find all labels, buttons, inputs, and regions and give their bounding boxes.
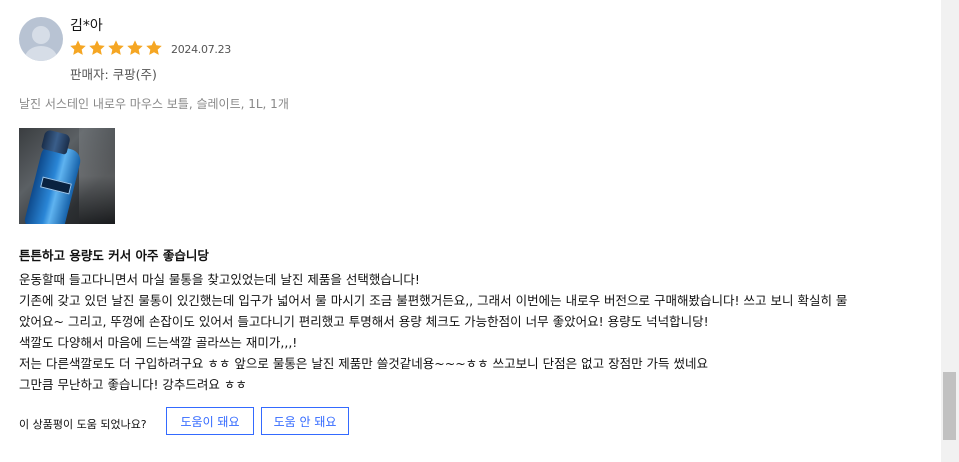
helpful-yes-button[interactable]: 도움이 돼요: [166, 407, 254, 435]
photo-background: [79, 128, 115, 224]
review-body-line: 기존에 갖고 있던 날진 물통이 있긴했는데 입구가 넓어서 물 마시기 조금 …: [19, 293, 848, 308]
seller-label: 판매자: 쿠팡(주): [70, 67, 157, 82]
helpful-question: 이 상품평이 도움 되었나요?: [19, 418, 147, 431]
star-icon: [145, 39, 163, 57]
avatar: [19, 17, 63, 61]
scrollbar-thumb[interactable]: [943, 372, 956, 440]
star-icon: [88, 39, 106, 57]
star-icon: [69, 39, 87, 57]
star-rating: [69, 39, 163, 57]
review-body-line: 그만큼 무난하고 좋습니다! 강추드려요 ㅎㅎ: [19, 377, 247, 392]
product-option: 날진 서스테인 내로우 마우스 보틀, 슬레이트, 1L, 1개: [19, 97, 289, 111]
reviewer-name: 김*아: [70, 18, 103, 34]
review-date: 2024.07.23: [171, 43, 231, 56]
star-icon: [107, 39, 125, 57]
review-body-line: 저는 다른색깔로도 더 구입하려구요 ㅎㅎ 앞으로 물통은 날진 제품만 쓸것같…: [19, 356, 709, 371]
review-body-line: 색깔도 다양해서 마음에 드는색깔 골라쓰는 재미가,,,!: [19, 335, 298, 350]
review-body-line: 았어요~ 그리고, 뚜껑에 손잡이도 있어서 들고다니기 편리했고 투명해서 용…: [19, 314, 709, 329]
helpful-no-button[interactable]: 도움 안 돼요: [261, 407, 349, 435]
review-headline: 튼튼하고 용량도 커서 아주 좋습니당: [19, 248, 209, 263]
review-body-line: 운동할때 들고다니면서 마실 물통을 찾고있었는데 날진 제품을 선택했습니다!: [19, 272, 420, 287]
review-body: 운동할때 들고다니면서 마실 물통을 찾고있었는데 날진 제품을 선택했습니다!…: [19, 269, 939, 395]
review-item: 김*아 2024.07.23 판매자: 쿠팡(주) 날진 서스테인 내로우 마우…: [19, 0, 939, 462]
star-icon: [126, 39, 144, 57]
review-photo[interactable]: [19, 128, 115, 224]
